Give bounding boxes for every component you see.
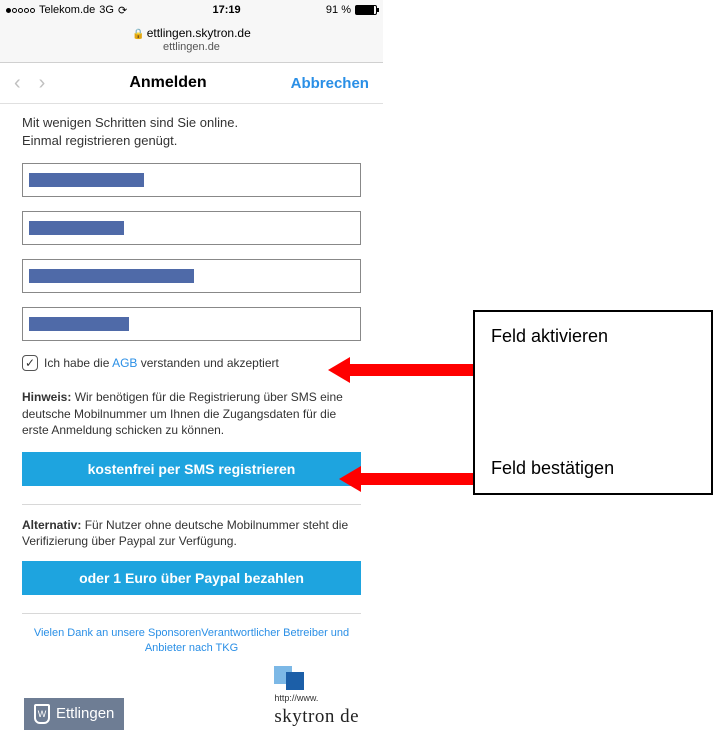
lock-icon: 🔒 <box>132 29 144 41</box>
agb-post: verstanden und akzeptiert <box>141 356 279 370</box>
shield-icon: W <box>34 704 50 724</box>
content: Mit wenigen Schritten sind Sie online. E… <box>0 104 383 738</box>
logos-row: W Ettlingen http://www. skytron de <box>22 666 361 730</box>
redacted-value <box>29 173 144 187</box>
skytron-url: http://www. <box>274 692 359 704</box>
agb-row: ✓ Ich habe die AGB verstanden und akzept… <box>22 355 361 371</box>
agb-link[interactable]: AGB <box>112 356 137 370</box>
alt-block: Alternativ: Für Nutzer ohne deutsche Mob… <box>22 517 361 549</box>
loading-icon: ⟳ <box>118 4 127 17</box>
input-field-3[interactable] <box>22 259 361 293</box>
thanks-text: Vielen Dank an unsere SponsorenVerantwor… <box>22 626 361 656</box>
cancel-button[interactable]: Abbrechen <box>291 75 369 92</box>
url-sub: ettlingen.de <box>0 41 383 54</box>
ettlingen-label: Ettlingen <box>56 704 114 724</box>
forward-icon[interactable]: › <box>39 73 46 93</box>
input-field-2[interactable] <box>22 211 361 245</box>
alt-label: Alternativ: <box>22 518 81 532</box>
battery-percent: 91 % <box>326 4 351 16</box>
skytron-logo: http://www. skytron de <box>274 666 359 730</box>
separator <box>22 613 361 614</box>
clock: 17:19 <box>212 4 240 16</box>
annotation-box: Feld aktivieren Feld bestätigen <box>473 310 713 495</box>
status-left: Telekom.de 3G ⟳ <box>6 4 127 17</box>
phone-frame: Telekom.de 3G ⟳ 17:19 91 % 🔒ettlingen.sk… <box>0 0 383 738</box>
hint-block: Hinweis: Wir benötigen für die Registrie… <box>22 389 361 438</box>
separator <box>22 504 361 505</box>
paypal-button[interactable]: oder 1 Euro über Paypal bezahlen <box>22 561 361 595</box>
agb-pre: Ich habe die <box>44 356 109 370</box>
nav-row: ‹ › Anmelden Abbrechen <box>0 63 383 104</box>
status-bar: Telekom.de 3G ⟳ 17:19 91 % <box>0 0 383 20</box>
back-icon[interactable]: ‹ <box>14 73 21 93</box>
annotation-arrow-2 <box>339 466 473 492</box>
skytron-cubes-icon <box>274 666 359 690</box>
annotation-label-1: Feld aktivieren <box>491 326 695 347</box>
intro-line-2: Einmal registrieren genügt. <box>22 132 361 150</box>
intro-text: Mit wenigen Schritten sind Sie online. E… <box>22 114 361 149</box>
intro-line-1: Mit wenigen Schritten sind Sie online. <box>22 114 361 132</box>
status-right: 91 % <box>326 4 377 16</box>
agb-checkbox[interactable]: ✓ <box>22 355 38 371</box>
page-title: Anmelden <box>129 74 206 92</box>
skytron-name: skytron de <box>274 704 359 730</box>
annotation-arrow-1 <box>328 357 473 383</box>
ettlingen-logo: W Ettlingen <box>24 698 124 730</box>
nav-arrows: ‹ › <box>14 73 45 93</box>
battery-icon <box>355 5 377 15</box>
signal-icon <box>6 8 35 13</box>
redacted-value <box>29 221 124 235</box>
network-label: 3G <box>99 4 114 16</box>
redacted-value <box>29 317 129 331</box>
input-field-4[interactable] <box>22 307 361 341</box>
annotation-label-2: Feld bestätigen <box>491 458 695 479</box>
input-field-1[interactable] <box>22 163 361 197</box>
hint-text: Wir benötigen für die Registrierung über… <box>22 390 343 436</box>
redacted-value <box>29 269 194 283</box>
sms-register-button[interactable]: kostenfrei per SMS registrieren <box>22 452 361 486</box>
carrier-label: Telekom.de <box>39 4 95 16</box>
hint-label: Hinweis: <box>22 390 71 404</box>
url-host: ettlingen.skytron.de <box>147 26 251 40</box>
url-bar: 🔒ettlingen.skytron.de ettlingen.de <box>0 20 383 63</box>
